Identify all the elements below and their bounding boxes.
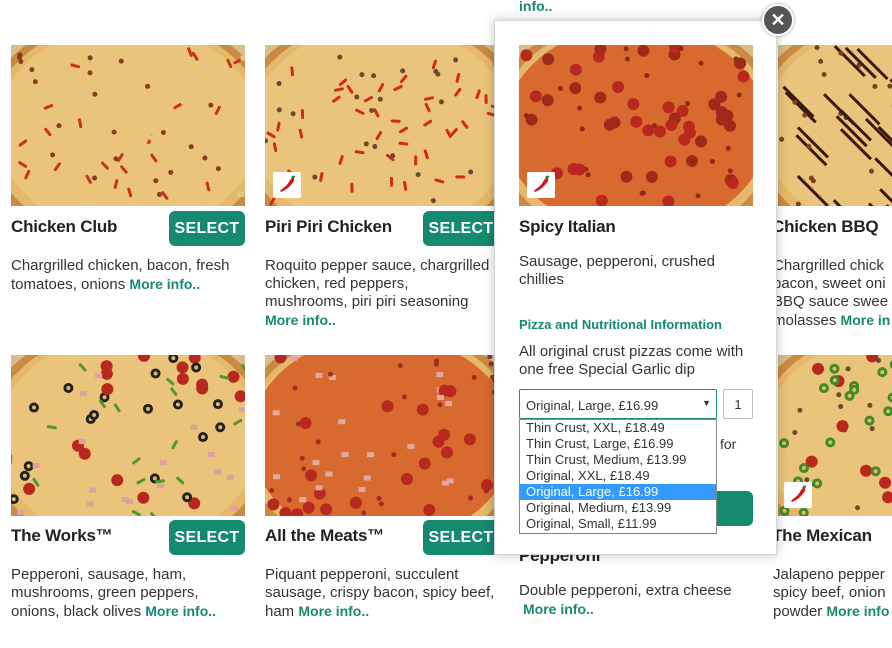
- more-info-link-top[interactable]: info..: [519, 0, 552, 14]
- popup-pizza-name: Spicy Italian: [519, 217, 616, 236]
- pizza-description: Chargrilled chick bacon, sweet oni BBQ s…: [773, 257, 891, 329]
- price-for-text: for: [720, 436, 737, 452]
- size-select-value: Original, Large, £16.99: [526, 398, 659, 413]
- size-select[interactable]: Original, Large, £16.99 ▼: [519, 389, 717, 419]
- more-info-link[interactable]: More info..: [265, 312, 336, 328]
- more-info-link[interactable]: More info..: [523, 601, 594, 617]
- pizza-image-all-the-meats[interactable]: [265, 355, 499, 516]
- pizza-description: Jalapeno pepper spicy beef, onion powder…: [773, 566, 890, 620]
- pizza-illustration: [11, 45, 245, 206]
- chili-icon: [527, 172, 555, 198]
- size-option[interactable]: Original, Large, £16.99: [520, 484, 716, 500]
- pizza-image-the-mexican[interactable]: [778, 355, 892, 516]
- pizza-image-chicken-club[interactable]: [11, 45, 245, 206]
- more-info-link[interactable]: More info: [826, 603, 889, 619]
- size-option[interactable]: Original, Medium, £13.99: [520, 500, 716, 516]
- pizza-name: Piri Piri Chicken: [265, 217, 392, 236]
- crust-note: All original crust pizzas come with one …: [519, 343, 744, 378]
- more-info-link[interactable]: More info..: [129, 276, 200, 292]
- close-icon[interactable]: ✕: [762, 4, 794, 36]
- pizza-description: Chargrilled chicken, bacon, fresh tomato…: [11, 257, 230, 293]
- more-info-link[interactable]: More in: [841, 312, 891, 328]
- size-option[interactable]: Original, Small, £11.99: [520, 516, 716, 532]
- select-button[interactable]: SELECT: [169, 520, 245, 555]
- chili-icon: [784, 482, 812, 508]
- pizza-description: Double pepperoni, extra cheese More info.…: [519, 582, 732, 617]
- size-option[interactable]: Thin Crust, Large, £16.99: [520, 436, 716, 452]
- size-dropdown-list[interactable]: Thin Crust, XXL, £18.49 Thin Crust, Larg…: [519, 419, 717, 534]
- pizza-description: Pepperoni, sausage, ham, mushrooms, gree…: [11, 566, 217, 620]
- pizza-image-chicken-bbq[interactable]: [778, 45, 892, 206]
- popup-pizza-description: Sausage, pepperoni, crushed chillies: [519, 253, 715, 288]
- select-button[interactable]: SELECT: [169, 211, 245, 246]
- pizza-illustration: [778, 45, 892, 206]
- pizza-description: Roquito pepper sauce, chargrilled chicke…: [265, 257, 490, 328]
- pizza-name: The Works™: [11, 526, 113, 545]
- pizza-image-spicy-italian: [519, 45, 753, 206]
- size-option[interactable]: Thin Crust, XXL, £18.49: [520, 420, 716, 436]
- select-button[interactable]: SELECT: [423, 520, 499, 555]
- pizza-name: Chicken Club: [11, 217, 118, 236]
- pizza-illustration: [265, 355, 499, 516]
- chili-icon: [273, 172, 301, 198]
- pizza-image-piri-piri[interactable]: [265, 45, 499, 206]
- pizza-illustration: [11, 355, 245, 516]
- more-info-link[interactable]: More info..: [145, 603, 216, 619]
- nutritional-info-link[interactable]: Pizza and Nutritional Information: [519, 317, 722, 332]
- more-info-link[interactable]: More info..: [298, 603, 369, 619]
- pizza-image-the-works[interactable]: [11, 355, 245, 516]
- dropdown-arrow-icon: ▼: [702, 398, 711, 408]
- quantity-input[interactable]: 1: [723, 389, 753, 419]
- pizza-description: Piquant pepperoni, succulent sausage, cr…: [265, 566, 495, 620]
- pizza-name: The Mexican: [772, 526, 872, 545]
- size-option[interactable]: Original, XXL, £18.49: [520, 468, 716, 484]
- pizza-name: All the Meats™: [265, 526, 385, 545]
- pizza-name: Chicken BBQ: [772, 217, 879, 236]
- select-button[interactable]: SELECT: [423, 211, 499, 246]
- size-option[interactable]: Thin Crust, Medium, £13.99: [520, 452, 716, 468]
